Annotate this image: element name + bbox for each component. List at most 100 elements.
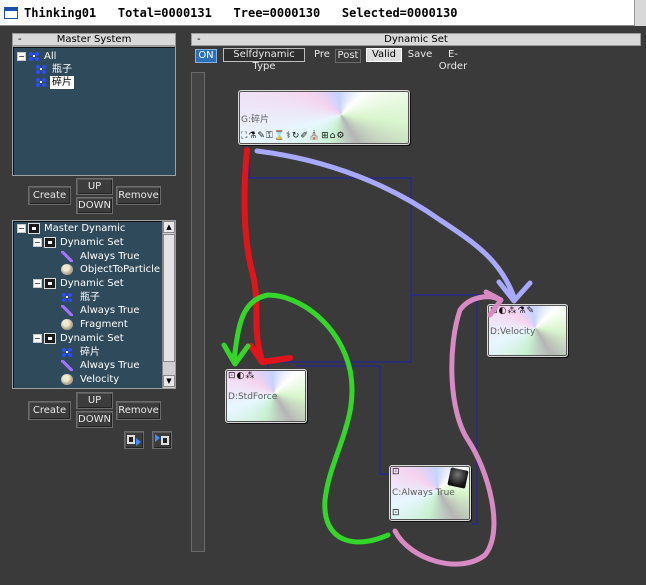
group-icon <box>61 292 73 303</box>
tree-item-object-to-particle[interactable]: ObjectToParticle <box>51 263 161 276</box>
selfdynamic-type-button[interactable]: Selfdynamic Type <box>223 48 305 72</box>
tree-item-label: All <box>44 51 57 62</box>
tree-item-bottle[interactable]: 瓶子 <box>51 291 161 304</box>
collapse-toggle-icon[interactable]: − <box>17 224 26 233</box>
create-button[interactable]: Create <box>28 186 71 205</box>
tree-item-dynamic-set[interactable]: − Dynamic Set <box>33 332 163 345</box>
condition-node-always-true[interactable]: ⊡ C:Always True ⊡ <box>389 465 471 521</box>
dynamic-node-stdforce[interactable]: ⊡◐⁂ D:StdForce <box>225 369 307 423</box>
face-icon <box>61 264 73 275</box>
group-icon <box>28 51 40 62</box>
scroll-down-icon[interactable]: ▼ <box>163 375 175 387</box>
link-force-to-condition <box>296 365 392 475</box>
up-button[interactable]: UP <box>76 392 113 409</box>
node-label: G:碎片 <box>241 115 270 125</box>
pen-icon <box>61 360 73 371</box>
link-condition-to-velocity <box>472 300 478 525</box>
node-label: D:StdForce <box>228 392 278 402</box>
tree-item-always-true[interactable]: Always True <box>51 359 161 372</box>
on-toggle-button[interactable]: ON <box>195 49 217 63</box>
node-module-icons[interactable]: ⊡◐⁂ <box>228 371 255 381</box>
e-order-button[interactable]: E-Order <box>435 49 471 72</box>
collapse-toggle-icon[interactable]: − <box>33 238 42 247</box>
group-icon <box>35 64 47 75</box>
tree-scrollbar[interactable]: ▲ ▼ <box>162 221 175 388</box>
dynamic-set-header[interactable]: - Dynamic Set <box>191 33 641 46</box>
post-button[interactable]: Post <box>335 49 361 63</box>
titlebar-scroll-stub[interactable] <box>634 0 646 26</box>
tree-item-always-true[interactable]: Always True <box>51 304 161 317</box>
window-titlebar: Thinking01 Total=0000131 Tree=0000130 Se… <box>0 0 646 26</box>
up-button[interactable]: UP <box>76 178 113 195</box>
link-group-to-velocity <box>411 294 494 300</box>
tree-item-bottle[interactable]: 瓶子 <box>35 63 165 76</box>
tree-item-label: 瓶子 <box>80 292 100 303</box>
cube-icon <box>447 467 469 489</box>
master-dynamic-tree[interactable]: − Master Dynamic − Dynamic Set Always Tr… <box>12 220 176 389</box>
dynamic-set-collapse-icon[interactable]: - <box>197 34 201 46</box>
remove-button[interactable]: Remove <box>116 401 161 420</box>
group-icon <box>35 77 47 88</box>
master-system-tree[interactable]: − All 瓶子 碎片 <box>12 46 176 176</box>
tree-item-label: 碎片 <box>80 347 100 358</box>
tree-item-label: Fragment <box>80 319 128 330</box>
collapse-toggle-icon[interactable]: − <box>33 279 42 288</box>
export-icon[interactable] <box>152 431 172 449</box>
master-system-header[interactable]: - Master System <box>12 33 176 46</box>
tree-item-label: 瓶子 <box>52 64 72 75</box>
export-icon-graphic <box>155 434 169 445</box>
node-module-icons[interactable]: ⛶⚗✎⚿⌛⚕↻✐⛪⊞⌂⚙ <box>241 131 345 141</box>
link-group-to-force <box>248 146 412 369</box>
red-arrow-stroke <box>241 147 293 365</box>
tree-item-always-true[interactable]: Always True <box>51 250 161 263</box>
node-input-icon[interactable]: ⊡ <box>392 467 401 477</box>
lavender-arrow-stroke <box>254 148 533 304</box>
tree-item-label: Always True <box>80 360 140 371</box>
tree-item-master-dynamic[interactable]: − Master Dynamic <box>17 222 165 235</box>
tree-item-fragment[interactable]: 碎片 <box>35 76 165 89</box>
canvas-vertical-scrollbar[interactable] <box>191 72 205 552</box>
tree-item-velocity[interactable]: Velocity <box>51 373 161 386</box>
tree-item-all[interactable]: − All <box>17 50 167 63</box>
pre-button[interactable]: Pre <box>311 49 333 63</box>
node-output-icon[interactable]: ⊡ <box>392 508 401 518</box>
tree-item-label: Master Dynamic <box>44 223 126 234</box>
down-button[interactable]: DOWN <box>76 197 113 214</box>
dynamic-node-velocity[interactable]: ⊡◐⁂⚗✎ D:Velocity <box>487 304 568 357</box>
valid-button[interactable]: Valid <box>366 48 402 62</box>
group-icon <box>61 347 73 358</box>
tree-item-dynamic-set[interactable]: − Dynamic Set <box>33 277 163 290</box>
scrollbar-thumb[interactable] <box>163 234 175 362</box>
face-icon <box>61 374 73 385</box>
node-label: D:Velocity <box>490 327 536 337</box>
node-module-icons[interactable]: ⊡◐⁂⚗✎ <box>490 306 535 316</box>
node-label: C:Always True <box>392 488 455 498</box>
tree-item-dynamic-set[interactable]: − Dynamic Set <box>33 236 163 249</box>
group-node-fragment[interactable]: G:碎片 ⛶⚗✎⚿⌛⚕↻✐⛪⊞⌂⚙ <box>238 90 410 145</box>
pen-icon <box>61 305 73 316</box>
tree-item-label: Dynamic Set <box>60 278 124 289</box>
tree-item-label: Velocity <box>80 374 120 385</box>
import-icon[interactable] <box>124 431 144 449</box>
scroll-up-icon[interactable]: ▲ <box>163 221 175 233</box>
master-system-collapse-icon[interactable]: - <box>18 34 22 46</box>
face-icon <box>61 319 73 330</box>
dynamic-icon <box>44 237 56 248</box>
down-button[interactable]: DOWN <box>76 411 113 428</box>
tree-item-fragment-group[interactable]: 碎片 <box>51 346 161 359</box>
dynamic-icon <box>28 223 40 234</box>
tree-item-label: Always True <box>80 251 140 262</box>
window-title: Thinking01 Total=0000131 Tree=0000130 Se… <box>24 6 458 20</box>
remove-button[interactable]: Remove <box>116 186 161 205</box>
create-button[interactable]: Create <box>28 401 71 420</box>
tree-item-fragment[interactable]: Fragment <box>51 318 161 331</box>
collapse-toggle-icon[interactable]: − <box>33 334 42 343</box>
tree-item-label: ObjectToParticle <box>80 264 161 275</box>
dynamic-icon <box>44 333 56 344</box>
import-icon-graphic <box>127 435 141 446</box>
save-button[interactable]: Save <box>407 49 433 63</box>
collapse-toggle-icon[interactable]: − <box>17 52 26 61</box>
pink-arrow-stroke <box>392 289 504 567</box>
window-app-icon <box>4 7 18 19</box>
tree-item-label: Always True <box>80 305 140 316</box>
